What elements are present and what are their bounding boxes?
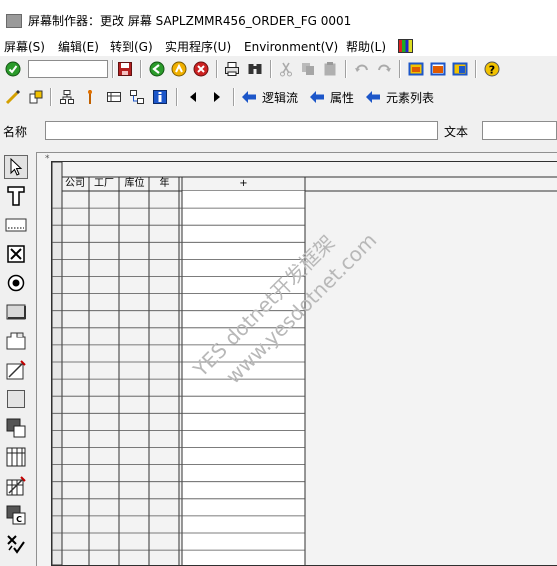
name-field[interactable] <box>45 121 438 140</box>
previous-screen-icon[interactable] <box>183 87 203 107</box>
status-icon-tool-icon[interactable] <box>4 532 28 556</box>
where-used-icon[interactable] <box>80 87 100 107</box>
copy-icon[interactable] <box>298 59 318 79</box>
arrow-left-icon <box>242 91 256 103</box>
shortcut-icon[interactable] <box>428 59 448 79</box>
table-control[interactable]: 公司 工厂 库位 年 + <box>51 161 557 566</box>
column-header-plant[interactable]: 工厂 <box>90 177 118 191</box>
input-field-tool-icon[interactable] <box>4 213 28 237</box>
back-icon[interactable] <box>147 59 167 79</box>
element-list-button[interactable]: 元素列表 <box>365 84 434 110</box>
radio-button-tool-icon[interactable] <box>4 271 28 295</box>
cancel-icon[interactable] <box>191 59 211 79</box>
info-icon[interactable] <box>150 87 170 107</box>
customize-layout-icon[interactable] <box>398 39 413 53</box>
standard-toolbar: ? <box>0 56 557 82</box>
element-attributes-row: 名称 文本 <box>0 120 557 142</box>
tabstrip-tool-icon[interactable] <box>4 329 28 353</box>
menu-help[interactable]: 帮助(L) <box>346 38 386 56</box>
menu-utilities[interactable]: 实用程序(U) <box>165 38 231 56</box>
tabstrip-wizard-icon[interactable] <box>4 358 28 382</box>
element-palette: C <box>0 152 34 565</box>
menu-bar: 屏幕(S) 编辑(E) 转到(G) 实用程序(U) Environment(V)… <box>0 38 557 56</box>
cut-icon[interactable] <box>276 59 296 79</box>
command-field[interactable] <box>28 60 108 78</box>
table-control-grid <box>52 162 557 565</box>
new-session-icon[interactable] <box>406 59 426 79</box>
subscreen-tool-icon[interactable] <box>4 416 28 440</box>
box-tool-icon[interactable] <box>4 387 28 411</box>
column-header-input[interactable]: + <box>182 177 305 191</box>
pushbutton-tool-icon[interactable] <box>4 300 28 324</box>
next-screen-icon[interactable] <box>207 87 227 107</box>
layout-menu-icon[interactable] <box>450 59 470 79</box>
svg-text:C: C <box>16 515 22 524</box>
find-icon[interactable] <box>245 59 265 79</box>
arrow-left-icon <box>366 91 380 103</box>
canvas-corner-marker: * <box>45 154 50 164</box>
save-icon[interactable] <box>115 59 135 79</box>
display-change-icon[interactable] <box>3 87 23 107</box>
pointer-icon[interactable] <box>4 155 28 179</box>
menu-screen[interactable]: 屏幕(S) <box>4 38 45 56</box>
redo-icon[interactable] <box>374 59 394 79</box>
svg-text:?: ? <box>489 64 495 77</box>
custom-control-tool-icon[interactable]: C <box>4 503 28 527</box>
column-header-company[interactable]: 公司 <box>64 177 86 191</box>
print-icon[interactable] <box>222 59 242 79</box>
exit-icon[interactable] <box>169 59 189 79</box>
other-object-icon[interactable] <box>26 87 46 107</box>
undo-icon[interactable] <box>352 59 372 79</box>
attributes-label: 属性 <box>330 90 355 105</box>
text-field-tool-icon[interactable] <box>4 184 28 208</box>
hierarchy-icon[interactable] <box>57 87 77 107</box>
name-label: 名称 <box>3 125 28 139</box>
paste-icon[interactable] <box>320 59 340 79</box>
application-toolbar: 逻辑流 属性 元素列表 <box>0 84 557 110</box>
menu-edit[interactable]: 编辑(E) <box>58 38 99 56</box>
app-icon <box>6 14 22 28</box>
dictionary-fields-icon[interactable] <box>104 87 124 107</box>
enter-icon[interactable] <box>3 59 23 79</box>
column-header-storage-location[interactable]: 库位 <box>120 177 149 191</box>
checkbox-tool-icon[interactable] <box>4 242 28 266</box>
element-list-label: 元素列表 <box>386 90 435 105</box>
menu-environment[interactable]: Environment(V) <box>244 38 338 56</box>
text-field[interactable] <box>482 121 557 140</box>
logic-flow-button[interactable]: 逻辑流 <box>241 84 298 110</box>
help-icon[interactable]: ? <box>482 59 502 79</box>
layout-canvas[interactable]: * 公司 工厂 库位 年 + YES dotnet开发框架 www.yesdot… <box>36 152 557 566</box>
menu-goto[interactable]: 转到(G) <box>110 38 153 56</box>
attributes-button[interactable]: 属性 <box>309 84 354 110</box>
title-bar: 屏幕制作器：更改 屏幕 SAPLZMMR456_ORDER_FG 0001 <box>0 0 557 38</box>
arrow-left-icon <box>310 91 324 103</box>
flow-icon[interactable] <box>127 87 147 107</box>
window-title: 屏幕制作器：更改 屏幕 SAPLZMMR456_ORDER_FG 0001 <box>28 14 352 28</box>
logic-flow-label: 逻辑流 <box>262 90 299 105</box>
table-control-tool-icon[interactable] <box>4 445 28 469</box>
column-header-year[interactable]: 年 <box>150 177 179 191</box>
text-label: 文本 <box>444 125 469 139</box>
table-control-wizard-icon[interactable] <box>4 474 28 498</box>
